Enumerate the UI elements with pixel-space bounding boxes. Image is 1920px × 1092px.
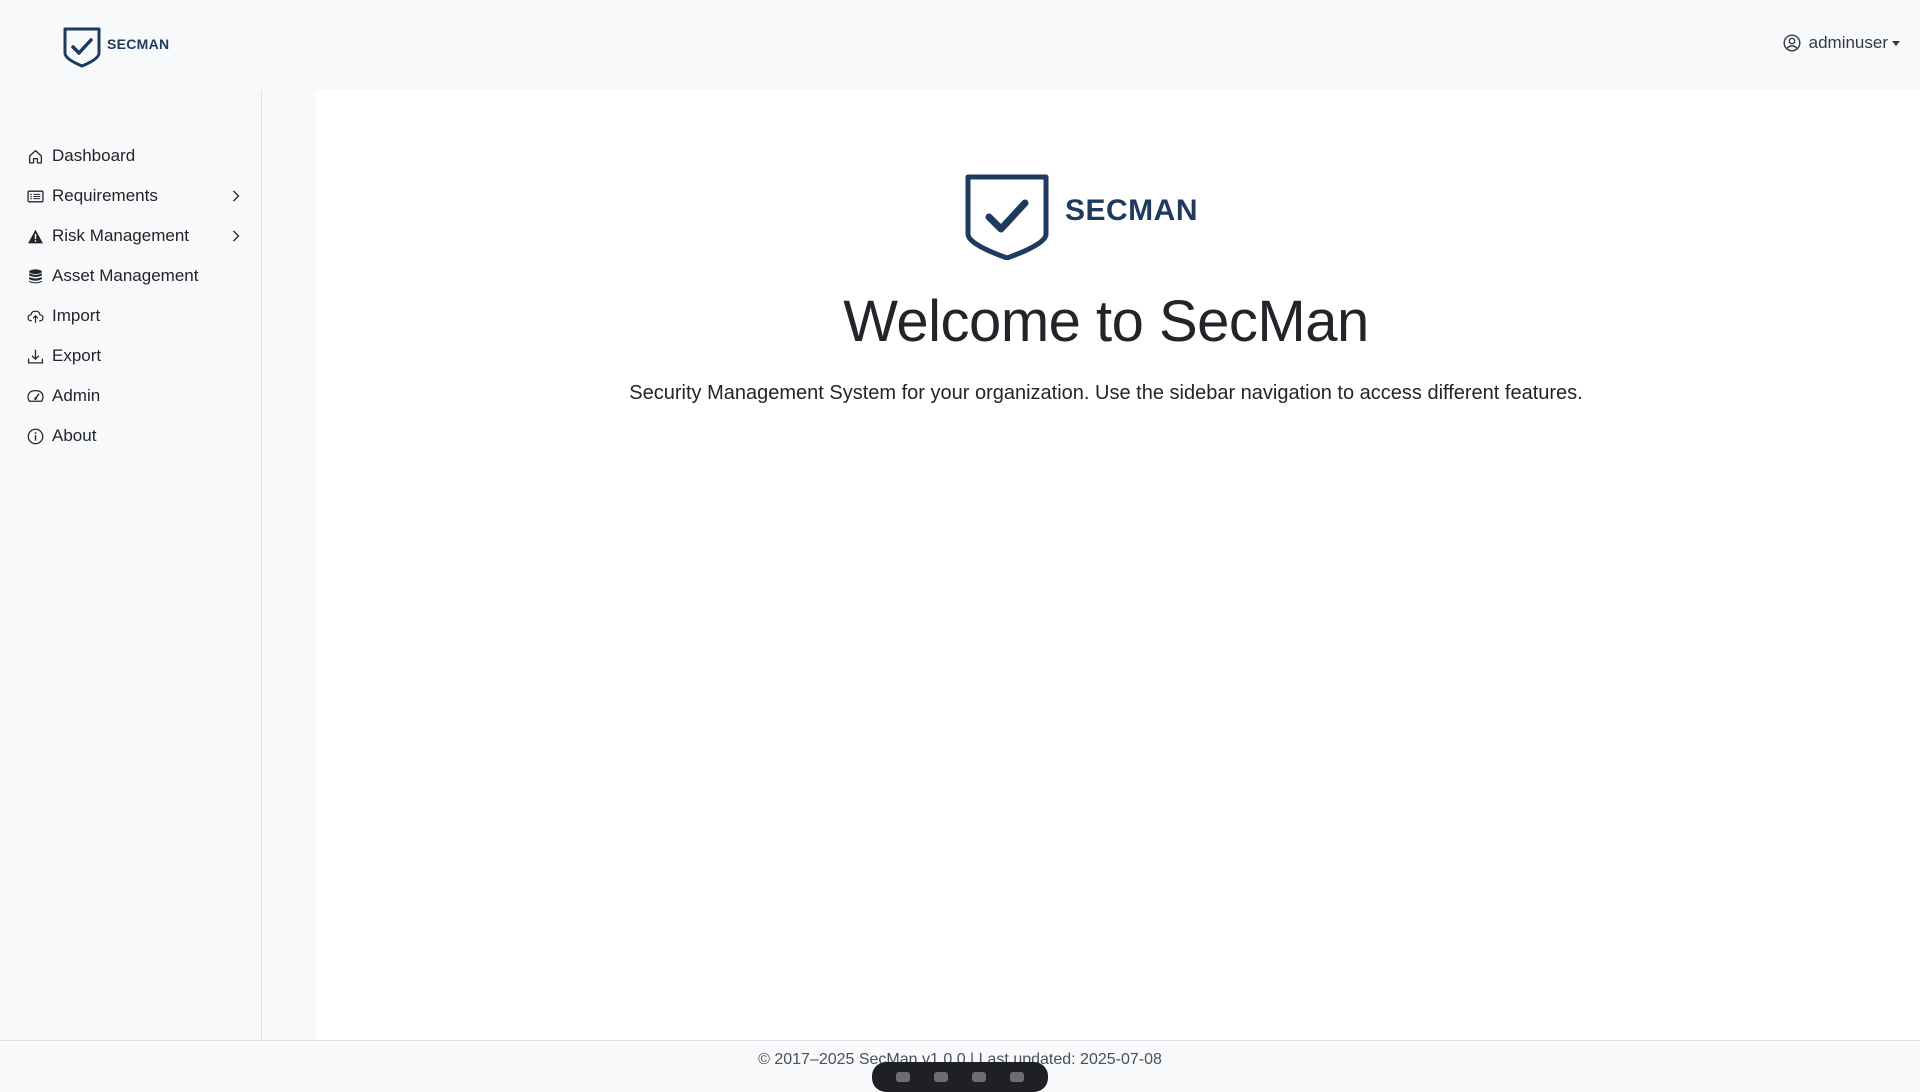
info-circle-icon <box>27 428 44 444</box>
database-icon <box>29 268 42 283</box>
sidebar-item-risk-management[interactable]: Risk Management <box>0 216 261 256</box>
sidebar-item-dashboard[interactable]: Dashboard <box>0 136 261 176</box>
top-navbar: SECMAN adminuser <box>0 0 1920 90</box>
page-title: Welcome to SecMan <box>843 289 1369 354</box>
hero-logo-text: SECMAN <box>1065 194 1199 227</box>
sidebar-item-import[interactable]: Import <box>0 296 261 336</box>
sidebar-nav: Dashboard Requirements Risk Management A… <box>0 90 261 456</box>
sidebar-item-label: Dashboard <box>52 146 136 165</box>
sidebar-item-label: Admin <box>52 386 101 405</box>
sidebar-item-label: Requirements <box>52 186 158 205</box>
shield-check-icon <box>63 27 101 68</box>
sidebar-item-export[interactable]: Export <box>0 336 261 376</box>
home-icon <box>29 149 42 164</box>
sidebar-item-requirements[interactable]: Requirements <box>0 176 261 216</box>
dock-icon[interactable] <box>972 1072 986 1082</box>
user-menu-dropdown[interactable]: adminuser <box>1783 33 1900 53</box>
person-circle-icon <box>1783 34 1801 52</box>
sidebar-item-label: Asset Management <box>52 266 199 285</box>
sidebar-item-label: Export <box>52 346 102 365</box>
sidebar: Dashboard Requirements Risk Management A… <box>0 90 262 1040</box>
warning-triangle-icon <box>28 229 43 243</box>
caret-down-icon <box>1892 40 1900 46</box>
taskbar-dock <box>872 1062 1048 1092</box>
card-list-icon <box>27 190 44 202</box>
sidebar-item-admin[interactable]: Admin <box>0 376 261 416</box>
download-icon <box>27 349 44 364</box>
brand-name: SECMAN <box>107 36 170 52</box>
dock-icon[interactable] <box>1010 1072 1024 1082</box>
sidebar-item-label: About <box>52 426 97 445</box>
chevron-right-icon <box>233 230 240 242</box>
sidebar-item-asset-management[interactable]: Asset Management <box>0 256 261 296</box>
shield-check-icon <box>965 174 1049 260</box>
sidebar-item-about[interactable]: About <box>0 416 261 456</box>
content-gutter <box>262 90 316 1040</box>
chevron-right-icon <box>233 190 240 202</box>
hero-logo: SECMAN <box>963 172 1198 260</box>
dock-icon[interactable] <box>896 1072 910 1082</box>
page-subtitle: Security Management System for your orga… <box>629 382 1583 404</box>
cloud-upload-icon <box>27 310 44 323</box>
main-content: SECMAN Welcome to SecMan Security Manage… <box>316 90 1920 1040</box>
sidebar-item-label: Risk Management <box>52 226 190 245</box>
brand-logo[interactable]: SECMAN <box>62 26 169 68</box>
dock-icon[interactable] <box>934 1072 948 1082</box>
user-name: adminuser <box>1808 33 1888 52</box>
sidebar-item-label: Import <box>52 306 101 325</box>
speedometer-icon <box>27 389 44 402</box>
